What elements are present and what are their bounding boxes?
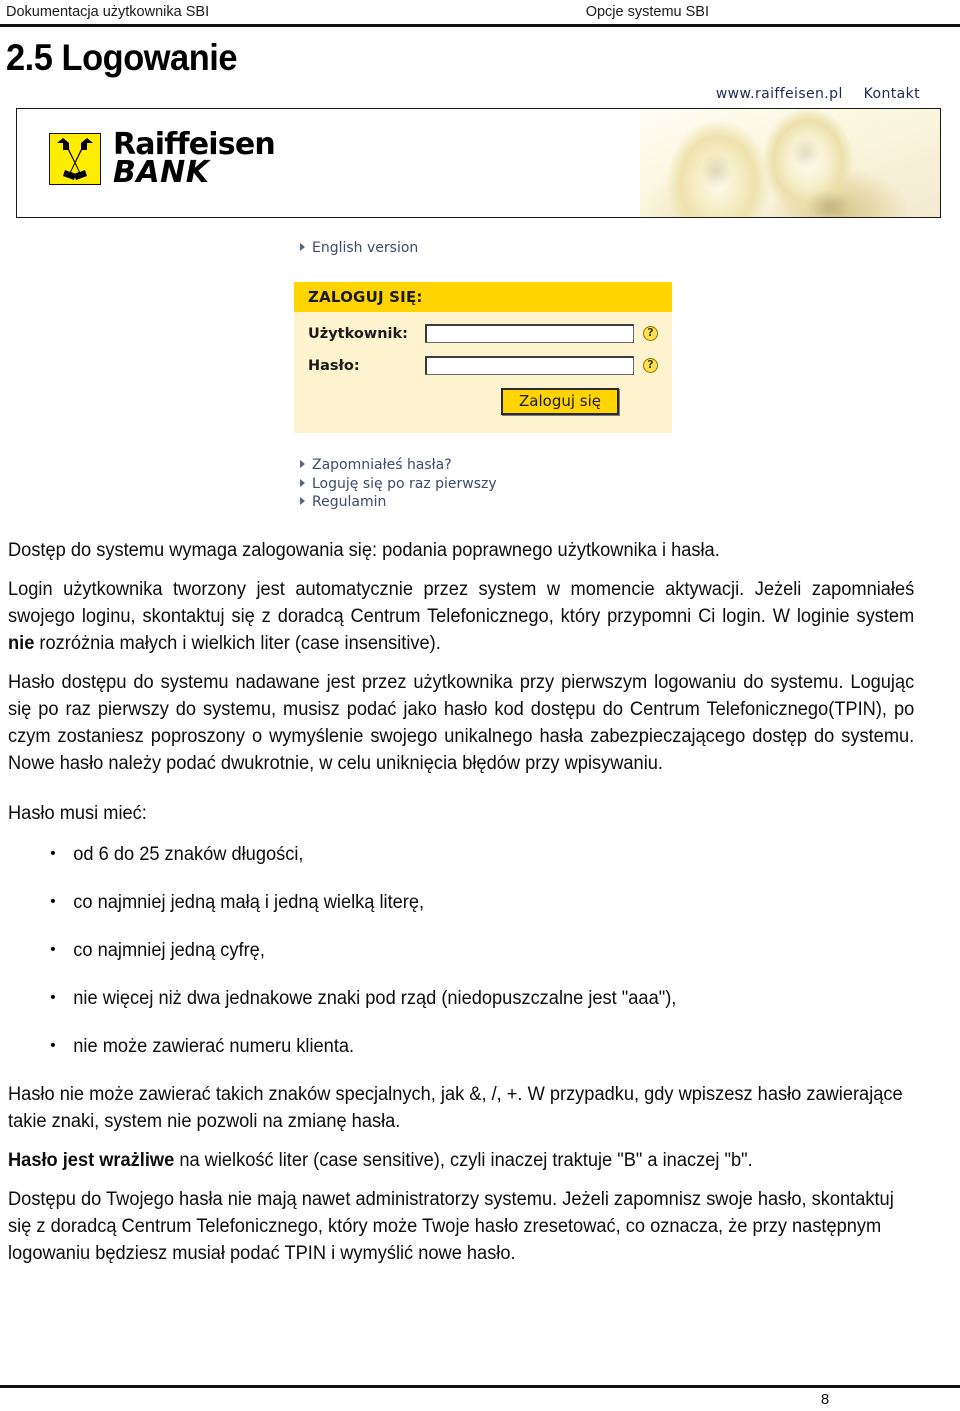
paragraph-requirements-intro: Hasło musi mieć: <box>8 803 147 824</box>
paragraph-password-setup: Hasło dostępu do systemu nadawane jest p… <box>8 672 915 774</box>
forgot-password-label: Zapomniałeś hasła? <box>312 457 452 473</box>
paragraph-admin-access: Dostępu do Twojego hasła nie mają nawet … <box>8 1189 894 1264</box>
list-item: nie może zawierać numeru klienta. <box>8 1032 914 1060</box>
paragraph-case-sensitive-emphasis: Hasło jest wrażliwe <box>8 1150 175 1171</box>
paragraph-access: Dostęp do systemu wymaga zalogowania się… <box>8 540 720 561</box>
list-item: co najmniej jedną cyfrę, <box>8 936 914 964</box>
password-row: Hasło: ? <box>308 356 658 375</box>
contact-link[interactable]: Kontakt <box>864 86 920 102</box>
screenshot-top-links: www.raiffeisen.pl Kontakt <box>700 86 920 102</box>
paragraph-special-chars: Hasło nie może zawierać takich znaków sp… <box>8 1084 903 1132</box>
photo-fade-overlay <box>570 109 640 217</box>
username-help-icon[interactable]: ? <box>643 326 658 341</box>
bullet-arrow-icon <box>300 478 305 487</box>
logo-line-2: BANK <box>113 154 210 190</box>
raiffeisen-gable-cross-icon <box>49 132 101 185</box>
password-requirements-list: od 6 do 25 znaków długości, co najmniej … <box>8 840 914 1060</box>
terms-label: Regulamin <box>312 494 387 510</box>
document-body: Dostęp do systemu wymaga zalogowania się… <box>8 537 914 1279</box>
english-version-label: English version <box>312 239 419 256</box>
paragraph-login-part-b: rozróżnia małych i wielkich liter (case … <box>34 633 441 654</box>
password-label: Hasło: <box>308 357 360 374</box>
login-page-screenshot: www.raiffeisen.pl Kontakt Raiffeisen BAN… <box>8 86 952 526</box>
page-title: 2.5 Logowanie <box>6 37 238 78</box>
list-item: co najmniej jedną małą i jedną wielką li… <box>8 888 914 916</box>
first-login-link[interactable]: Loguję się po raz pierwszy <box>300 475 497 494</box>
raiffeisen-wordmark: Raiffeisen BANK <box>113 130 276 190</box>
list-item: od 6 do 25 znaków długości, <box>8 840 914 868</box>
bullet-arrow-icon <box>300 242 305 251</box>
password-help-icon[interactable]: ? <box>643 358 658 373</box>
username-row: Użytkownik: ? <box>308 324 658 343</box>
paragraph-login-emphasis: nie <box>8 633 35 654</box>
auxiliary-links: Zapomniałeś hasła? Loguję się po raz pie… <box>300 456 497 512</box>
paragraph-login: Login użytkownika tworzony jest automaty… <box>8 576 914 657</box>
paragraph-login-part-a: Login użytkownika tworzony jest automaty… <box>8 579 915 627</box>
username-input[interactable] <box>424 324 634 343</box>
list-item: nie więcej niż dwa jednakowe znaki pod r… <box>8 984 914 1012</box>
password-input[interactable] <box>424 356 634 375</box>
terms-link[interactable]: Regulamin <box>300 493 497 512</box>
first-login-label: Loguję się po raz pierwszy <box>312 475 497 492</box>
bullet-arrow-icon <box>300 460 305 468</box>
raiffeisen-logo: Raiffeisen BANK <box>49 130 276 190</box>
paragraph-case-sensitive-rest: na wielkość liter (case sensitive), czyl… <box>174 1150 753 1171</box>
header-right-text: Opcje systemu SBI <box>585 4 709 20</box>
login-panel: ZALOGUJ SIĘ: Użytkownik: ? Hasło: ? Zalo… <box>294 282 672 433</box>
header-left-text: Dokumentacja użytkownika SBI <box>6 4 210 20</box>
paragraph-case-sensitive: Hasło jest wrażliwe na wielkość liter (c… <box>8 1147 914 1174</box>
forgot-password-link[interactable]: Zapomniałeś hasła? <box>300 456 497 475</box>
login-submit-button[interactable]: Zaloguj się <box>501 388 619 415</box>
couple-photo <box>640 109 940 217</box>
username-label: Użytkownik: <box>308 325 408 342</box>
login-panel-title: ZALOGUJ SIĘ: <box>294 282 672 312</box>
bullet-arrow-icon <box>300 497 305 505</box>
website-link[interactable]: www.raiffeisen.pl <box>716 86 843 102</box>
english-version-link[interactable]: English version <box>300 240 418 256</box>
page-number: 8 <box>820 1391 830 1408</box>
header-divider <box>0 24 960 27</box>
bank-banner: Raiffeisen BANK <box>16 108 941 218</box>
footer-divider <box>0 1385 960 1388</box>
